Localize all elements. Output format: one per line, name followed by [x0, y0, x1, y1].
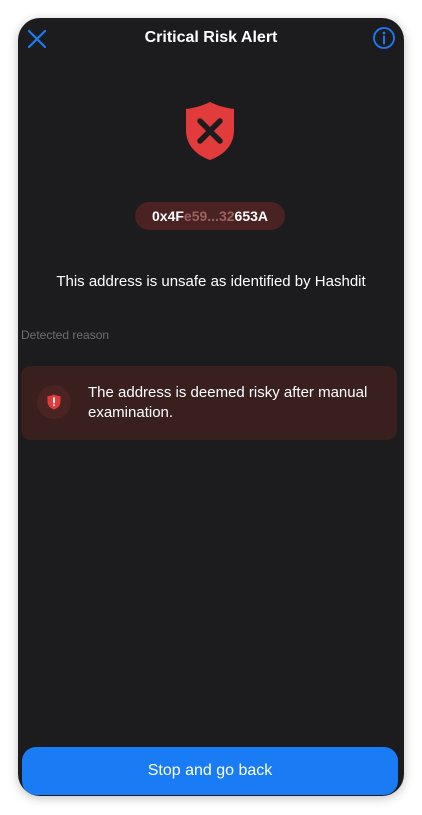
detected-reason-label: Detected reason: [21, 328, 110, 342]
address-middle: e59...32: [183, 208, 235, 224]
unsafe-message: This address is unsafe as identified by …: [56, 273, 366, 290]
address-badge: 0x4Fe59...32653A: [135, 202, 285, 230]
page-title: Critical Risk Alert: [144, 29, 278, 46]
header: Critical Risk Alert: [18, 18, 404, 60]
reason-card: The address is deemed risky after manual…: [21, 366, 397, 440]
info-icon[interactable]: [372, 26, 396, 50]
stop-and-go-back-button[interactable]: Stop and go back: [22, 747, 398, 795]
address-suffix: 653A: [234, 208, 268, 224]
address-prefix: 0x4F: [152, 208, 184, 224]
shield-alert-icon: [37, 385, 71, 419]
alert-screen: Critical Risk Alert 0x4Fe59...32653A Thi…: [18, 18, 404, 796]
shield-x-icon: [183, 100, 237, 162]
reason-text: The address is deemed risky after manual…: [88, 384, 368, 421]
